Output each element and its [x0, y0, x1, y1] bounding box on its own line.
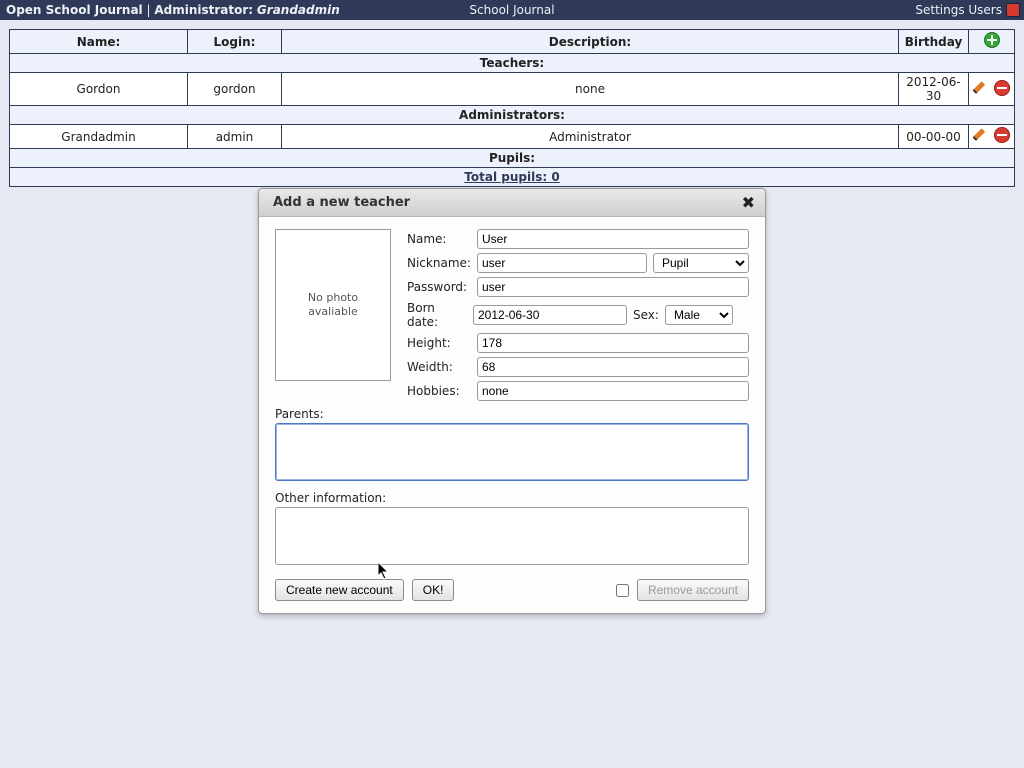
hobbies-field[interactable] — [477, 381, 749, 401]
table-row: Grandadmin admin Administrator 00-00-00 — [10, 125, 1015, 149]
label-height: Height: — [407, 336, 471, 350]
cell-desc: Administrator — [282, 125, 899, 149]
cell-name: Grandadmin — [10, 125, 188, 149]
close-icon[interactable]: ✖ — [742, 193, 755, 212]
label-other: Other information: — [275, 491, 749, 505]
label-parents: Parents: — [275, 407, 749, 421]
dialog-titlebar[interactable]: Add a new teacher ✖ — [259, 189, 765, 217]
cell-desc: none — [282, 73, 899, 106]
th-login: Login: — [188, 30, 282, 54]
th-name: Name: — [10, 30, 188, 54]
role-select[interactable]: Pupil — [653, 253, 749, 273]
other-info-textarea[interactable] — [275, 507, 749, 565]
born-date-field[interactable] — [473, 305, 627, 325]
weidth-field[interactable] — [477, 357, 749, 377]
height-field[interactable] — [477, 333, 749, 353]
edit-icon[interactable] — [974, 80, 990, 96]
add-teacher-dialog: Add a new teacher ✖ No photo avaliable N… — [258, 188, 766, 614]
close-icon[interactable] — [1006, 3, 1020, 17]
remove-account-checkbox[interactable] — [616, 584, 629, 597]
th-description: Description: — [282, 30, 899, 54]
app-name: Open School Journal — [6, 3, 143, 17]
settings-users-link[interactable]: Settings Users — [915, 3, 1002, 17]
cell-bday: 2012-06-30 — [899, 73, 969, 106]
topbar-left: Open School Journal | Administrator: Gra… — [6, 3, 340, 17]
nickname-field[interactable] — [477, 253, 647, 273]
delete-icon[interactable] — [994, 80, 1010, 96]
cell-login: admin — [188, 125, 282, 149]
sex-select[interactable]: Male — [665, 305, 733, 325]
dialog-title: Add a new teacher — [273, 195, 410, 210]
section-administrators: Administrators: — [10, 106, 1015, 125]
topbar: Open School Journal | Administrator: Gra… — [0, 0, 1024, 20]
label-nickname: Nickname: — [407, 256, 471, 270]
admin-name: Grandadmin — [257, 3, 340, 17]
password-field[interactable] — [477, 277, 749, 297]
th-actions — [969, 30, 1015, 54]
label-hobbies: Hobbies: — [407, 384, 471, 398]
photo-placeholder[interactable]: No photo avaliable — [275, 229, 391, 381]
delete-icon[interactable] — [994, 127, 1010, 143]
admin-label: Administrator: — [154, 3, 253, 17]
section-teachers: Teachers: — [10, 54, 1015, 73]
add-icon[interactable] — [984, 32, 1000, 48]
cell-bday: 00-00-00 — [899, 125, 969, 149]
create-account-button[interactable]: Create new account — [275, 579, 404, 601]
label-sex: Sex: — [633, 308, 659, 322]
total-pupils-link[interactable]: Total pupils: 0 — [464, 170, 559, 184]
th-birthday: Birthday — [899, 30, 969, 54]
section-pupils: Pupils: — [10, 149, 1015, 168]
label-name: Name: — [407, 232, 471, 246]
cell-login: gordon — [188, 73, 282, 106]
parents-textarea[interactable] — [275, 423, 749, 481]
label-born: Born date: — [407, 301, 467, 329]
photo-placeholder-text: No photo avaliable — [308, 291, 358, 320]
label-weidth: Weidth: — [407, 360, 471, 374]
edit-icon[interactable] — [974, 127, 990, 143]
ok-button[interactable]: OK! — [412, 579, 455, 601]
label-password: Password: — [407, 280, 471, 294]
users-table: Name: Login: Description: Birthday Teach… — [9, 29, 1015, 187]
cell-name: Gordon — [10, 73, 188, 106]
name-field[interactable] — [477, 229, 749, 249]
remove-account-button: Remove account — [637, 579, 749, 601]
table-row: Gordon gordon none 2012-06-30 — [10, 73, 1015, 106]
